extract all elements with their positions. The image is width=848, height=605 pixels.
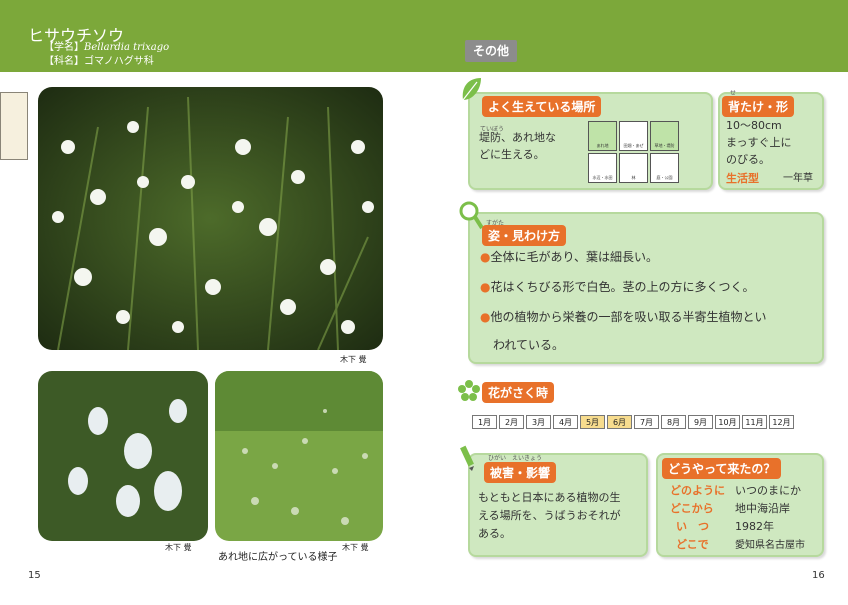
shape-bullet-3: ●他の植物から栄養の一部を吸い取る半寄生植物とい bbox=[480, 310, 767, 324]
origin-heading: どうやって来たの？ bbox=[662, 458, 782, 479]
origin-where-value: 愛知県名古屋市 bbox=[735, 540, 805, 551]
wasteland-icon: あれ地 bbox=[588, 121, 617, 151]
leaf-icon bbox=[462, 78, 481, 101]
damage-line-3: ある。 bbox=[478, 527, 511, 540]
photo-credit-main: 木下 覺 bbox=[340, 355, 367, 364]
field-icon: 田畑・あぜ bbox=[619, 121, 648, 151]
section-label: その他 bbox=[465, 40, 517, 62]
height-line-1: 10～80cm bbox=[726, 119, 782, 132]
damage-line-1: もともと日本にある植物の生 bbox=[478, 491, 621, 504]
page-number-left: 15 bbox=[28, 570, 41, 581]
pencil-icon bbox=[460, 445, 474, 471]
origin-from-value: 地中海沿岸 bbox=[735, 502, 790, 515]
habitat-text-2: どに生える。 bbox=[479, 148, 545, 161]
damage-line-2: える場所を、うばうおそれが bbox=[478, 509, 621, 522]
photo-credit-left: 木下 覺 bbox=[165, 543, 192, 552]
damage-ruby: ひがい えいきょう bbox=[488, 455, 543, 462]
habitat-text-1: 堤防、あれ地な bbox=[479, 131, 556, 144]
closeup-photo bbox=[38, 371, 208, 541]
month-cell-active: 5月 bbox=[580, 415, 605, 429]
habitat-heading: よく生えている場所 bbox=[482, 96, 602, 117]
life-form-value: 一年草 bbox=[783, 173, 813, 184]
photo-credit-right: 木下 覺 bbox=[342, 543, 369, 552]
field-photo-caption: あれ地に広がっている様子 bbox=[218, 552, 338, 563]
month-cell: 12月 bbox=[769, 415, 794, 429]
garden-icon: 庭・公園 bbox=[650, 153, 679, 183]
shape-heading: 姿・見わけ方 bbox=[482, 225, 567, 246]
month-cell: 11月 bbox=[742, 415, 767, 429]
flower-icon bbox=[458, 380, 480, 401]
scientific-name: 【学名】Bellardia trixago bbox=[44, 42, 170, 53]
origin-from-label: どこから bbox=[670, 502, 714, 515]
origin-when-value: 1982年 bbox=[735, 520, 774, 533]
family-name: 【科名】ゴマノハグサ科 bbox=[44, 56, 154, 67]
height-line-2: まっすぐ上に bbox=[726, 136, 792, 149]
shape-bullet-3-cont: われている。 bbox=[493, 338, 565, 352]
month-cell: 7月 bbox=[634, 415, 659, 429]
month-cell-active: 6月 bbox=[607, 415, 632, 429]
waterside-icon: 水辺・水田 bbox=[588, 153, 617, 183]
origin-how-label: どのように bbox=[670, 484, 725, 497]
damage-heading: 被害・影響 bbox=[484, 462, 557, 483]
habitat-icon-grid: あれ地 田畑・あぜ 草地・堤防 水辺・水田 林 庭・公園 bbox=[588, 121, 679, 183]
magnifier-icon bbox=[459, 201, 484, 230]
month-cell: 2月 bbox=[499, 415, 524, 429]
height-heading: 背たけ・形 bbox=[722, 96, 795, 117]
page-number-right: 16 bbox=[812, 570, 825, 581]
shape-bullet-1: ●全体に毛があり、葉は細長い。 bbox=[480, 250, 659, 264]
bullet-dot-icon: ● bbox=[480, 280, 491, 294]
origin-when-label: い つ bbox=[676, 520, 709, 533]
month-cell: 9月 bbox=[688, 415, 713, 429]
month-cell: 3月 bbox=[526, 415, 551, 429]
forest-icon: 林 bbox=[619, 153, 648, 183]
month-cell: 8月 bbox=[661, 415, 686, 429]
month-cell: 4月 bbox=[553, 415, 578, 429]
origin-how-value: いつのまにか bbox=[735, 484, 801, 497]
month-cell: 1月 bbox=[472, 415, 497, 429]
life-form-label: 生活型 bbox=[726, 172, 759, 185]
height-line-3: のびる。 bbox=[726, 153, 770, 166]
shape-bullet-2: ●花はくちびる形で白色。茎の上の方に多くつく。 bbox=[480, 280, 755, 294]
bloom-heading: 花がさく時 bbox=[482, 382, 555, 403]
field-photo bbox=[215, 371, 383, 541]
index-tab bbox=[0, 92, 28, 160]
bullet-dot-icon: ● bbox=[480, 310, 491, 324]
grassland-icon: 草地・堤防 bbox=[650, 121, 679, 151]
origin-where-label: どこで bbox=[676, 538, 709, 551]
month-cell: 10月 bbox=[715, 415, 740, 429]
bloom-months: 1月 2月 3月 4月 5月 6月 7月 8月 9月 10月 11月 12月 bbox=[472, 415, 796, 429]
main-photo bbox=[38, 87, 383, 350]
bullet-dot-icon: ● bbox=[480, 250, 491, 264]
